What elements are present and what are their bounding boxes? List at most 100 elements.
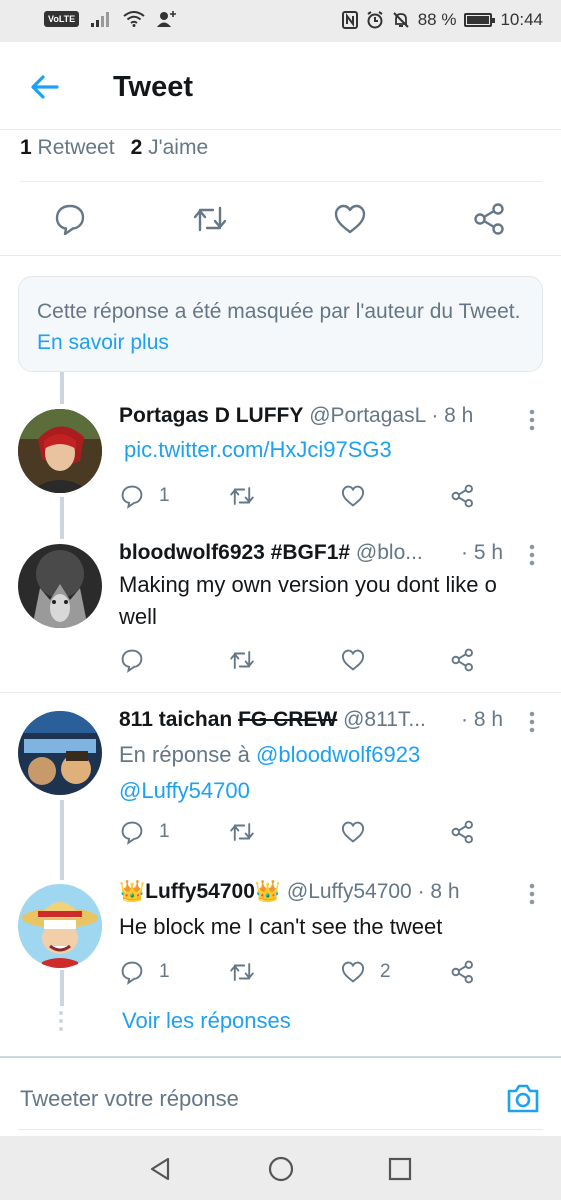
- comment-icon: [121, 649, 143, 673]
- tweet-action-bar: [0, 182, 561, 256]
- share-button[interactable]: [450, 817, 476, 847]
- reply-item[interactable]: bloodwolf6923 #BGF1# @blo... · 5 h Makin…: [0, 541, 561, 691]
- share-button[interactable]: [450, 645, 476, 675]
- learn-more-link[interactable]: En savoir plus: [37, 331, 169, 354]
- tweet-link[interactable]: pic.twitter.com/HxJci97SG3: [124, 434, 392, 466]
- wifi-icon: [123, 11, 145, 27]
- heart-icon: [341, 961, 365, 983]
- nav-recents-icon[interactable]: [387, 1156, 413, 1182]
- display-name[interactable]: Luffy54700: [145, 880, 255, 903]
- nav-home-icon[interactable]: [268, 1156, 294, 1182]
- tweet-text: Making my own version you dont like o we…: [119, 572, 497, 629]
- more-options-icon[interactable]: [529, 711, 535, 733]
- retweet-button[interactable]: [229, 645, 255, 675]
- system-nav-bar: [0, 1136, 561, 1200]
- retweet-button[interactable]: [229, 481, 255, 511]
- user-handle: @PortagasL: [309, 404, 426, 427]
- crown-emoji: 👑: [119, 880, 146, 903]
- signal-icon: [91, 12, 110, 27]
- user-handle: @blo...: [355, 541, 423, 564]
- avatar[interactable]: [18, 884, 102, 968]
- reply-button[interactable]: [52, 201, 88, 237]
- comment-icon: [55, 204, 85, 236]
- mute-icon: [392, 12, 409, 28]
- thread-line: [60, 372, 64, 404]
- display-name-strikethrough: FG CREW: [238, 708, 338, 731]
- status-bar-right: 88 % 10:44: [341, 10, 543, 30]
- like-count: 2: [380, 961, 391, 982]
- display-name[interactable]: 811 taichan: [119, 708, 232, 731]
- page-title: Tweet: [113, 71, 194, 103]
- tweet-time: · 5 h: [461, 541, 504, 564]
- avatar-image: [18, 409, 102, 493]
- share-button[interactable]: [472, 201, 508, 237]
- retweet-icon: [230, 823, 254, 841]
- like-count: 2: [130, 136, 143, 159]
- retweet-button[interactable]: [229, 817, 255, 847]
- reply-actions: 1 2: [119, 957, 539, 987]
- share-icon: [451, 820, 473, 844]
- retweet-icon: [230, 963, 254, 981]
- user-handle: @Luffy54700: [286, 880, 412, 903]
- arrow-left-icon: [31, 75, 59, 99]
- reply-actions: 1: [119, 817, 539, 847]
- like-button[interactable]: [340, 817, 366, 847]
- heart-icon: [334, 204, 366, 234]
- reply-count: 1: [159, 485, 170, 506]
- volte-badge: VoLTE: [44, 11, 80, 27]
- reply-header: Portagas D LUFFY @PortagasL · 8 h: [119, 404, 473, 428]
- avatar-image: [18, 711, 102, 795]
- retweet-count: 1: [20, 136, 32, 159]
- share-icon: [474, 203, 504, 235]
- alarm-icon: [367, 11, 383, 29]
- reply-button[interactable]: 1: [119, 481, 170, 511]
- in-reply-to-label: En réponse à: [119, 742, 250, 767]
- avatar[interactable]: [18, 711, 102, 795]
- tweet-text: He block me I can't see the tweet: [119, 914, 443, 939]
- avatar[interactable]: [18, 409, 102, 493]
- reply-item[interactable]: Portagas D LUFFY @PortagasL · 8 h pic.tw…: [0, 404, 561, 529]
- mention-link[interactable]: @bloodwolf6923: [256, 742, 420, 767]
- likes-stat[interactable]: 2 J'aime: [131, 136, 209, 159]
- like-button[interactable]: [340, 481, 366, 511]
- avatar-image: [18, 544, 102, 628]
- avatar[interactable]: [18, 544, 102, 628]
- see-replies-link[interactable]: Voir les réponses: [122, 1008, 291, 1034]
- reply-button[interactable]: 1: [119, 957, 170, 987]
- more-options-icon[interactable]: [529, 883, 535, 905]
- reply-actions: [119, 645, 539, 675]
- tweet-time: · 8 h: [461, 708, 504, 731]
- tweet-time: · 8 h: [431, 404, 474, 427]
- like-button[interactable]: [340, 645, 366, 675]
- reply-count: 1: [159, 821, 170, 842]
- like-button[interactable]: [332, 201, 368, 237]
- clock: 10:44: [500, 10, 543, 29]
- crown-emoji: 👑: [254, 880, 282, 903]
- share-button[interactable]: [450, 481, 476, 511]
- retweet-button[interactable]: [229, 957, 255, 987]
- reply-item[interactable]: 👑Luffy54700👑 @Luffy54700 · 8 h He block …: [0, 880, 561, 1005]
- display-name[interactable]: Portagas D LUFFY: [119, 404, 303, 427]
- status-bar-left: VoLTE: [44, 10, 177, 28]
- back-button[interactable]: [28, 70, 62, 104]
- more-options-icon[interactable]: [529, 409, 535, 431]
- retweet-label: Retweet: [37, 136, 115, 159]
- heart-icon: [341, 485, 365, 507]
- app-header: Tweet: [0, 42, 561, 130]
- thread-continuation-icon: [59, 1011, 63, 1031]
- share-button[interactable]: [450, 957, 476, 987]
- retweet-button[interactable]: [192, 201, 228, 237]
- nav-back-icon[interactable]: [147, 1156, 173, 1182]
- mention-link[interactable]: @Luffy54700: [119, 778, 250, 803]
- retweet-icon: [230, 651, 254, 669]
- reply-button[interactable]: [119, 645, 145, 675]
- retweets-stat[interactable]: 1 Retweet: [20, 136, 115, 159]
- display-name[interactable]: bloodwolf6923 #BGF1#: [119, 541, 350, 564]
- more-options-icon[interactable]: [529, 544, 535, 566]
- tweet-stats: 1 Retweet 2 J'aime: [20, 136, 208, 160]
- reply-item[interactable]: 811 taichan FG CREW @811T... · 8 h En ré…: [0, 708, 561, 868]
- reply-input[interactable]: Tweeter votre réponse: [20, 1086, 239, 1112]
- camera-button[interactable]: [506, 1082, 540, 1114]
- like-button[interactable]: 2: [340, 957, 391, 987]
- reply-button[interactable]: 1: [119, 817, 170, 847]
